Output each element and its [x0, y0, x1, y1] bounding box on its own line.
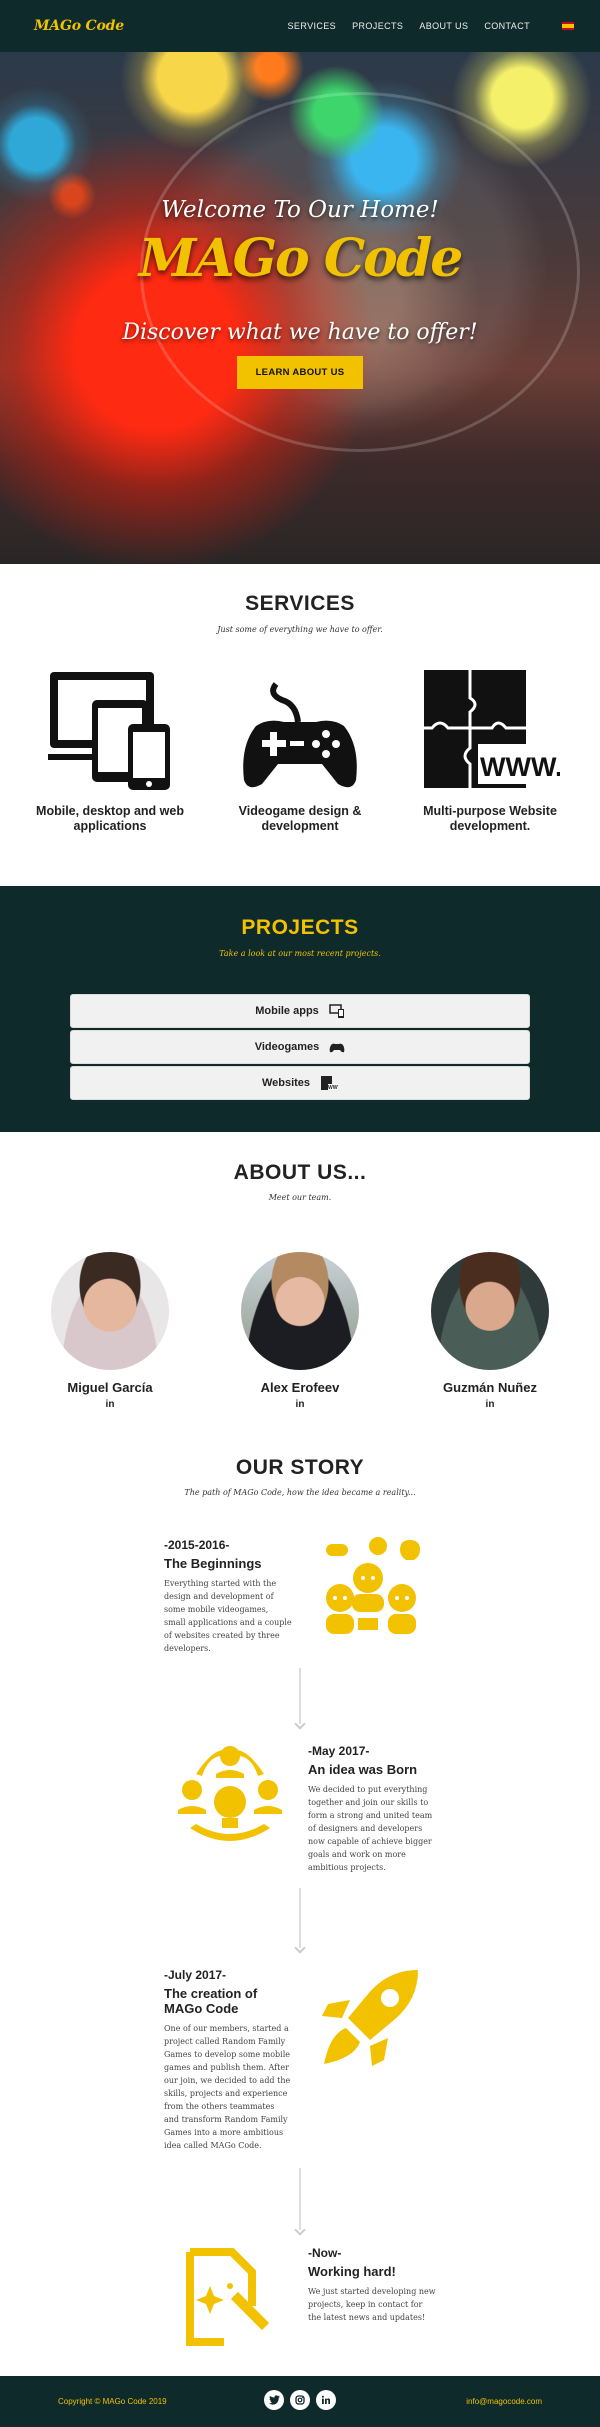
avatar — [51, 1252, 169, 1370]
service-label: Mobile, desktop and web applications — [36, 804, 184, 833]
event-text: We just started developing new projects,… — [308, 2287, 436, 2322]
event-heading: Working hard! — [308, 2264, 396, 2279]
spain-flag-icon[interactable] — [562, 22, 574, 30]
event-text: We decided to put everything together an… — [308, 1785, 433, 1872]
services-subtitle: Just some of everything we have to offer… — [217, 625, 383, 634]
member-name: Guzmán Nuñez — [443, 1380, 537, 1395]
event-heading: The creation of MAGo Code — [164, 1986, 258, 2016]
nav-contact[interactable]: CONTACT — [484, 21, 530, 31]
timeline-event: -2015-2016- The Beginnings Everything st… — [164, 1538, 292, 1655]
navbar: MAGo Code SERVICES PROJECTS ABOUT US CON… — [0, 0, 600, 52]
hero-title: MAGo Code — [138, 228, 464, 289]
event-date: -2015-2016- — [164, 1538, 230, 1552]
svg-text:WWW.: WWW. — [480, 752, 560, 782]
project-label: Mobile apps — [255, 1005, 319, 1017]
projects-title: PROJECTS — [241, 916, 359, 939]
hero-subtitle: Discover what we have to offer! — [122, 320, 478, 345]
timeline-arrow-icon — [294, 1718, 306, 1730]
timeline-arrow-icon — [294, 1942, 306, 1954]
project-label: Websites — [261, 1077, 311, 1089]
event-date: -Now- — [308, 2246, 342, 2260]
instagram-icon[interactable] — [290, 2390, 310, 2410]
team-member: Alex Erofeev in — [225, 1252, 375, 1410]
gamepad-icon — [243, 682, 357, 788]
team-member: Guzmán Nuñez in — [415, 1252, 565, 1410]
linkedin-icon[interactable]: in — [225, 1399, 375, 1410]
avatar — [241, 1252, 359, 1370]
story-title: OUR STORY — [235, 1456, 365, 1479]
event-heading: An idea was Born — [308, 1762, 418, 1777]
member-name: Miguel García — [67, 1380, 153, 1395]
learn-about-us-button[interactable]: LEARN ABOUT US — [237, 356, 363, 389]
service-videogames: Videogame design & development — [210, 668, 390, 834]
project-label: Videogames — [254, 1041, 320, 1053]
linkedin-icon[interactable] — [316, 2390, 336, 2410]
event-heading: The Beginnings — [164, 1556, 262, 1571]
hero-welcome: Welcome To Our Home! — [161, 197, 439, 223]
devices-icon — [329, 1004, 344, 1018]
team-member: Miguel García in — [35, 1252, 185, 1410]
about-subtitle: Meet our team. — [268, 1193, 332, 1202]
about-title: ABOUT US... — [233, 1161, 367, 1184]
timeline-line — [299, 1888, 301, 1948]
timeline-event: -May 2017- An idea was Born We decided t… — [308, 1744, 436, 1874]
hero-banner: Welcome To Our Home! MAGo Code Discover … — [0, 52, 600, 564]
nav-about-us[interactable]: ABOUT US — [419, 21, 468, 31]
event-text: One of our members, started a project ca… — [164, 2024, 291, 2150]
site-logo[interactable]: MAGo Code — [34, 18, 124, 34]
projects-subtitle: Take a look at our most recent projects. — [219, 949, 381, 958]
puzzle-www-icon: WWW. — [424, 670, 560, 788]
wand-document-icon — [186, 2248, 270, 2346]
puzzle-www-icon: WWW. — [321, 1076, 339, 1091]
devices-icon — [48, 672, 170, 790]
linkedin-icon[interactable]: in — [35, 1399, 185, 1410]
nav-projects[interactable]: PROJECTS — [352, 21, 403, 31]
nav-menu: SERVICES PROJECTS ABOUT US CONTACT — [288, 21, 530, 31]
timeline-arrow-icon — [294, 2224, 306, 2236]
copyright: Copyright © MAGo Code 2019 — [58, 2397, 167, 2406]
service-websites: WWW. Multi-purpose Website development. — [400, 668, 580, 834]
event-date: -July 2017- — [164, 1968, 227, 1982]
service-mobile-desktop-web: Mobile, desktop and web applications — [20, 668, 200, 834]
contact-email[interactable]: info@magocode.com — [466, 2397, 542, 2406]
projects-section: PROJECTS Take a look at our most recent … — [0, 886, 600, 1132]
nav-services[interactable]: SERVICES — [288, 21, 337, 31]
gamepad-icon — [329, 1043, 345, 1053]
project-videogames[interactable]: Videogames — [70, 1030, 530, 1064]
svg-text:WWW.: WWW. — [328, 1085, 338, 1091]
event-date: -May 2017- — [308, 1744, 370, 1758]
idea-team-icon — [178, 1746, 282, 1841]
twitter-icon[interactable] — [264, 2390, 284, 2410]
project-websites[interactable]: Websites WWW. — [70, 1066, 530, 1100]
services-title: SERVICES — [245, 592, 355, 615]
team-people-icon — [326, 1537, 420, 1634]
project-mobile-apps[interactable]: Mobile apps — [70, 994, 530, 1028]
timeline-line — [299, 1668, 301, 1724]
linkedin-icon[interactable]: in — [415, 1399, 565, 1410]
service-label: Multi-purpose Website development. — [423, 804, 557, 833]
timeline-event: -Now- Working hard! We just started deve… — [308, 2246, 436, 2324]
event-text: Everything started with the design and d… — [164, 1579, 292, 1653]
service-label: Videogame design & development — [238, 804, 362, 833]
timeline-event: -July 2017- The creation of MAGo Code On… — [164, 1968, 292, 2152]
social-links — [264, 2390, 336, 2410]
story-subtitle: The path of MAGo Code, how the idea beca… — [184, 1488, 416, 1497]
timeline-line — [299, 2168, 301, 2230]
avatar — [431, 1252, 549, 1370]
member-name: Alex Erofeev — [260, 1380, 340, 1395]
rocket-icon — [322, 1970, 418, 2066]
